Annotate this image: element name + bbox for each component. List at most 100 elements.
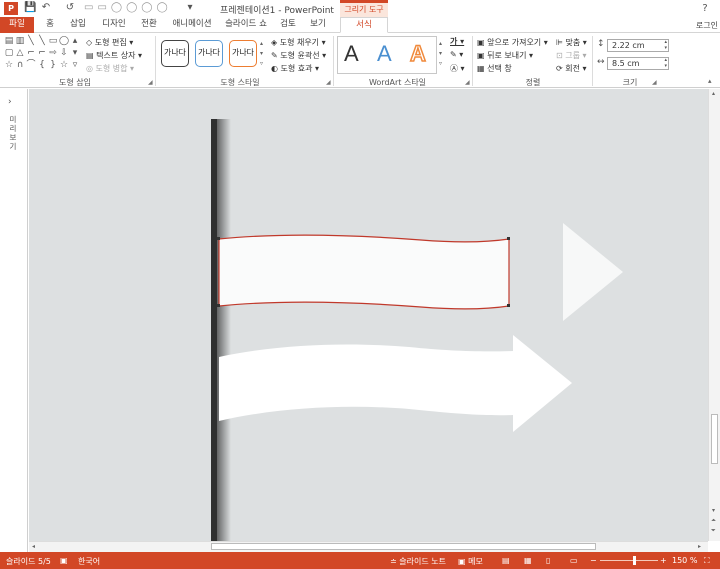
connector-shape-icon[interactable]: ⌐	[37, 49, 47, 58]
triangle-shape[interactable]	[563, 223, 623, 321]
selection-handle[interactable]	[507, 304, 510, 307]
shape-style-preset-2[interactable]: 가나다	[195, 40, 223, 67]
shape-height-input[interactable]: 2.22 cm ▴ ▾	[607, 39, 669, 52]
selection-handle[interactable]	[217, 304, 220, 307]
language-indicator[interactable]: 한국어	[78, 556, 100, 567]
shape-outline-button[interactable]: ✎ 도형 윤곽선 ▾	[271, 50, 326, 61]
comments-button[interactable]: ▣ 메모	[458, 556, 483, 567]
size-launcher-icon[interactable]: ◢	[652, 79, 657, 86]
merge-shapes-button[interactable]: ◎ 도형 병합 ▾	[86, 63, 134, 74]
align-button[interactable]: ⊫ 맞춤 ▾	[556, 37, 587, 48]
bring-forward-button[interactable]: ▣ 앞으로 가져오기 ▾	[477, 37, 548, 48]
group-button[interactable]: ⊡ 그룹 ▾	[556, 50, 587, 61]
bracket-shape-icon[interactable]: }	[48, 61, 58, 70]
wordart-launcher-icon[interactable]: ◢	[465, 79, 470, 86]
text-effects-icon[interactable]: Ⓐ ▾	[450, 63, 465, 74]
horizontal-scroll-thumb[interactable]	[211, 543, 596, 550]
tab-review[interactable]: 검토	[276, 17, 300, 33]
gallery-down-icon[interactable]: ▾	[70, 49, 80, 58]
expand-thumbnails-icon[interactable]: ›	[8, 97, 12, 107]
save-icon[interactable]: 💾	[24, 2, 36, 14]
text-box-shape-icon[interactable]: ▤	[4, 37, 14, 46]
scroll-left-icon[interactable]: ◂	[32, 543, 35, 550]
oval-shape-icon[interactable]: ◯	[59, 37, 69, 46]
quick-access-shapes-icon[interactable]: ▭▭◯◯◯◯	[84, 2, 174, 14]
zoom-in-icon[interactable]: +	[660, 556, 667, 565]
shape-effects-button[interactable]: ◐ 도형 효과 ▾	[271, 63, 319, 74]
scroll-right-icon[interactable]: ▸	[698, 543, 701, 550]
selection-pane-button[interactable]: ▦ 선택 창	[477, 63, 512, 74]
help-button[interactable]: ?	[698, 2, 712, 15]
proofing-icon[interactable]: ▣	[60, 556, 68, 565]
right-arrow-shape-icon[interactable]: ⇨	[48, 49, 58, 58]
vertical-text-box-shape-icon[interactable]: ▥	[15, 37, 25, 46]
tab-animations[interactable]: 애니메이션	[168, 17, 216, 33]
text-fill-icon[interactable]: 가 ▾	[450, 36, 464, 47]
wordart-style-orange-outline[interactable]: A	[409, 40, 426, 67]
tab-file[interactable]: 파일	[0, 17, 34, 33]
shapes-gallery[interactable]: ▤ ▥ ╲ ╲ ▭ ◯ ▴ ▢ △ ⌐ ⌐ ⇨ ⇩ ▾ ☆ ∩ ⌒ { } ☆ …	[4, 37, 82, 73]
line-shape-icon[interactable]: ╲	[26, 37, 36, 46]
shape-width-input[interactable]: 8.5 cm ▴ ▾	[607, 57, 669, 70]
selection-handle[interactable]	[507, 237, 510, 240]
edit-shape-button[interactable]: ◇ 도형 편집 ▾	[86, 37, 133, 48]
curve-shape-icon[interactable]: ∩	[15, 61, 25, 70]
scroll-up-icon[interactable]: ▴	[712, 90, 715, 97]
rotate-button[interactable]: ⟳ 회전 ▾	[556, 63, 587, 74]
horizontal-scrollbar[interactable]: ◂ ▸	[29, 541, 708, 552]
redo-icon[interactable]: ↺	[64, 2, 76, 14]
normal-view-icon[interactable]: ▤	[502, 556, 510, 565]
tab-slideshow[interactable]: 슬라이드 쇼	[222, 17, 270, 33]
shape-fill-button[interactable]: ◈ 도형 채우기 ▾	[271, 37, 326, 48]
shape-styles-launcher-icon[interactable]: ◢	[326, 79, 331, 86]
vertical-scroll-thumb[interactable]	[711, 414, 718, 464]
insert-shapes-launcher-icon[interactable]: ◢	[148, 79, 153, 86]
elbow-connector-shape-icon[interactable]: ⌐	[26, 49, 36, 58]
tab-view[interactable]: 보기	[306, 17, 330, 33]
customize-quick-access-icon[interactable]: ▾	[184, 2, 196, 14]
height-spin-arrows-icon[interactable]: ▴ ▾	[664, 39, 667, 51]
send-backward-button[interactable]: ▣ 뒤로 보내기 ▾	[477, 50, 533, 61]
slideshow-view-icon[interactable]: ▭	[570, 556, 578, 565]
reading-view-icon[interactable]: ▯	[546, 556, 550, 565]
shape-style-preset-3[interactable]: 가나다	[229, 40, 257, 67]
zoom-slider-thumb[interactable]	[632, 556, 636, 565]
brace-shape-icon[interactable]: {	[37, 61, 47, 70]
zoom-slider[interactable]	[600, 556, 658, 565]
gallery-more-icon[interactable]: ▿	[70, 61, 80, 70]
freeform-shape-icon[interactable]: ☆	[59, 61, 69, 70]
tab-insert[interactable]: 삽입	[66, 17, 90, 33]
rounded-rectangle-shape-icon[interactable]: ▢	[4, 49, 14, 58]
wordart-style-black[interactable]: A	[344, 41, 359, 67]
notes-button[interactable]: ≐ 슬라이드 노트	[390, 556, 446, 567]
next-slide-icon[interactable]: ⏷	[711, 527, 716, 535]
tab-home[interactable]: 홈	[40, 17, 60, 33]
text-outline-icon[interactable]: ✎ ▾	[450, 50, 463, 59]
fit-slide-icon[interactable]: ⛶	[704, 556, 710, 566]
thumbnails-label[interactable]: 미리보기	[7, 115, 19, 151]
wordart-gallery-scroll-icon[interactable]: ▴ ▾ ▿	[439, 39, 442, 69]
star-shape-icon[interactable]: ☆	[4, 61, 14, 70]
selection-handle[interactable]	[217, 237, 220, 240]
wavy-arrow-shape[interactable]	[219, 335, 572, 432]
shape-style-preset-1[interactable]: 가나다	[161, 40, 189, 67]
slide-editing-area[interactable]	[29, 89, 708, 541]
width-spin-arrows-icon[interactable]: ▴ ▾	[664, 57, 667, 69]
text-box-button[interactable]: ▤ 텍스트 상자 ▾	[86, 50, 142, 61]
tab-transitions[interactable]: 전환	[136, 17, 162, 33]
arc-shape-icon[interactable]: ⌒	[26, 61, 36, 70]
gallery-up-icon[interactable]: ▴	[70, 37, 80, 46]
zoom-level[interactable]: 150 %	[672, 556, 697, 565]
undo-icon[interactable]: ↶	[40, 2, 52, 14]
collapse-ribbon-icon[interactable]: ▴	[708, 77, 712, 85]
wavy-banner-shape[interactable]	[218, 234, 510, 310]
shape-style-gallery-scroll-icon[interactable]: ▴ ▾ ▿	[260, 39, 263, 69]
wordart-style-blue[interactable]: A	[377, 41, 392, 67]
down-arrow-shape-icon[interactable]: ⇩	[59, 49, 69, 58]
scroll-down-icon[interactable]: ▾	[712, 507, 715, 514]
tab-format[interactable]: 서식	[340, 17, 388, 33]
sign-in-link[interactable]: 로그인	[696, 20, 718, 31]
rectangle-shape-icon[interactable]: ▭	[48, 37, 58, 46]
diagonal-line-shape-icon[interactable]: ╲	[37, 37, 47, 46]
slide-sorter-icon[interactable]: ▦	[524, 556, 532, 565]
